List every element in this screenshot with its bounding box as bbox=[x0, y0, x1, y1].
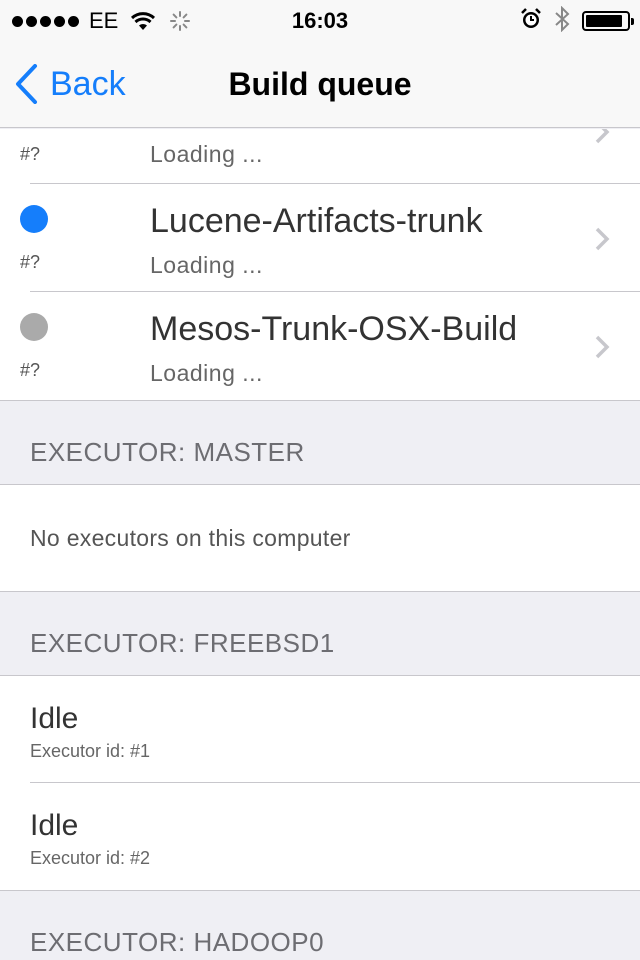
section-header-freebsd1: EXECUTOR: FREEBSD1 bbox=[0, 592, 640, 676]
executor-row[interactable]: Idle Executor id: #1 bbox=[0, 676, 640, 783]
executor-state: Idle bbox=[30, 702, 79, 735]
empty-state-row: No executors on this computer bbox=[0, 485, 640, 591]
back-button[interactable]: Back bbox=[14, 62, 126, 106]
job-status-dot bbox=[20, 205, 48, 233]
build-number: #? bbox=[20, 360, 41, 380]
job-name: Lucene-Artifacts-trunk bbox=[150, 202, 483, 240]
empty-state-text: No executors on this computer bbox=[30, 525, 351, 551]
job-row[interactable]: #? Mesos-Trunk-OSX-Build Loading ... bbox=[0, 292, 640, 400]
executor-group-master: No executors on this computer bbox=[0, 485, 640, 592]
executor-state: Idle bbox=[30, 809, 79, 842]
chevron-right-icon bbox=[595, 129, 610, 144]
job-status-text: Loading ... bbox=[150, 360, 263, 386]
section-header-master: EXECUTOR: MASTER bbox=[0, 401, 640, 485]
job-row[interactable]: #? Lucene-Artifacts-trunk Loading ... bbox=[0, 184, 640, 292]
battery-icon bbox=[582, 11, 634, 31]
section-header-hadoop0: EXECUTOR: HADOOP0 bbox=[0, 891, 640, 960]
chevron-left-icon bbox=[16, 64, 37, 104]
job-row[interactable]: #? Loading ... bbox=[0, 129, 640, 184]
navigation-bar: Back Build queue bbox=[0, 40, 640, 128]
job-name: Mesos-Trunk-OSX-Build bbox=[150, 310, 518, 348]
back-button-label: Back bbox=[50, 64, 126, 103]
build-number: #? bbox=[20, 144, 41, 164]
alarm-icon bbox=[520, 7, 542, 35]
build-number: #? bbox=[20, 252, 41, 272]
job-list: #? Loading ... #? Lucene-Artifacts-trunk… bbox=[0, 129, 640, 401]
chevron-right-icon bbox=[595, 227, 610, 251]
job-status-text: Loading ... bbox=[150, 141, 263, 167]
executor-row[interactable]: Idle Executor id: #2 bbox=[0, 783, 640, 890]
job-status-text: Loading ... bbox=[150, 252, 263, 278]
status-bar: EE 16:03 bbox=[0, 0, 640, 40]
build-queue-list[interactable]: #? Loading ... #? Lucene-Artifacts-trunk… bbox=[0, 129, 640, 960]
executor-group-freebsd1: Idle Executor id: #1 Idle Executor id: #… bbox=[0, 676, 640, 891]
bluetooth-icon bbox=[554, 5, 570, 37]
section-header-label: EXECUTOR: MASTER bbox=[30, 437, 305, 467]
chevron-right-icon bbox=[595, 335, 610, 359]
section-header-label: EXECUTOR: FREEBSD1 bbox=[30, 628, 335, 658]
section-header-label: EXECUTOR: HADOOP0 bbox=[30, 927, 325, 957]
executor-id: Executor id: #1 bbox=[30, 741, 151, 761]
job-status-dot bbox=[20, 313, 48, 341]
executor-id: Executor id: #2 bbox=[30, 848, 151, 868]
